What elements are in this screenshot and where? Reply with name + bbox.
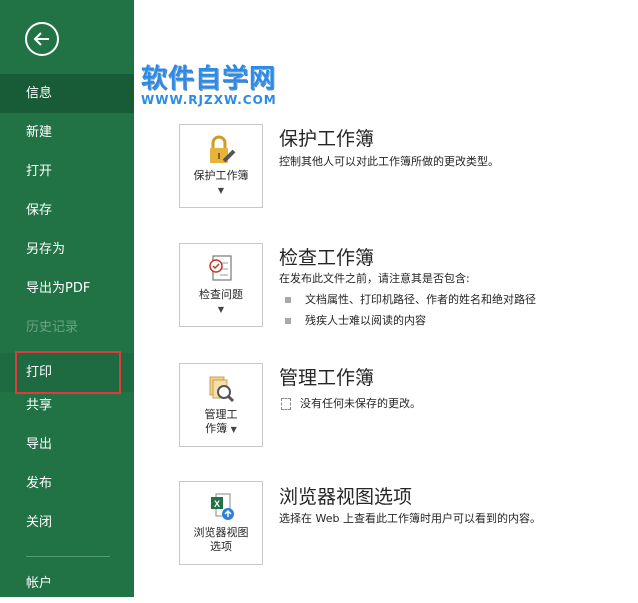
browser-desc: 选择在 Web 上查看此工作簿时用户可以看到的内容。 xyxy=(279,512,541,525)
manage-desc-row: 没有任何未保存的更改。 xyxy=(281,395,421,411)
backstage-sidebar: 信息 新建 打开 保存 另存为 导出为PDF 历史记录 打印 共享 导出 发布 … xyxy=(0,0,134,597)
inspect-desc: 在发布此文件之前，请注意其是否包含: xyxy=(279,272,470,285)
nav-item-save-as[interactable]: 另存为 xyxy=(0,230,134,269)
sidebar-divider xyxy=(26,556,110,557)
dropdown-caret-icon: ▼ xyxy=(217,186,225,195)
document-icon xyxy=(281,398,291,410)
check-issues-label: 检查问题 xyxy=(199,288,243,301)
nav-item-export-pdf[interactable]: 导出为PDF xyxy=(0,269,134,308)
inspect-title: 检查工作簿 xyxy=(279,247,375,269)
arrow-left-icon xyxy=(33,32,49,46)
excel-web-icon: X xyxy=(180,490,262,524)
nav-item-save[interactable]: 保存 xyxy=(0,191,134,230)
nav-item-history: 历史记录 xyxy=(26,320,79,335)
nav-item-publish[interactable]: 发布 xyxy=(0,464,134,503)
nav-item-close[interactable]: 关闭 xyxy=(0,503,134,542)
nav-item-new[interactable]: 新建 xyxy=(0,113,134,152)
protect-desc: 控制其他人可以对此工作簿所做的更改类型。 xyxy=(279,155,499,168)
bullet-square-icon xyxy=(285,297,291,303)
browser-view-options-button[interactable]: X 浏览器视图 选项 xyxy=(179,481,263,565)
dropdown-caret-icon: ▼ xyxy=(217,305,225,314)
nav-item-account[interactable]: 帐户 xyxy=(0,564,134,603)
nav-item-open[interactable]: 打开 xyxy=(0,152,134,191)
browser-title: 浏览器视图选项 xyxy=(279,486,413,508)
manage-workbook-button[interactable]: 管理工 作簿 ▼ xyxy=(179,363,263,447)
highlight-annotation-box xyxy=(15,351,121,394)
protect-workbook-button[interactable]: 保护工作簿 ▼ xyxy=(179,124,263,208)
manage-desc: 没有任何未保存的更改。 xyxy=(300,397,421,410)
inspect-bullet-item: 残疾人士难以阅读的内容 xyxy=(285,312,426,328)
watermark-title: 软件自学网 xyxy=(141,64,277,94)
manage-button-label-2: 作簿 xyxy=(205,422,228,435)
protect-button-label: 保护工作簿 xyxy=(193,169,249,182)
manage-title: 管理工作簿 xyxy=(279,367,375,389)
nav-item-info[interactable]: 信息 xyxy=(0,74,134,113)
manage-versions-icon xyxy=(180,372,262,406)
inspect-document-icon xyxy=(180,252,262,286)
bullet-square-icon xyxy=(285,318,291,324)
check-issues-button[interactable]: 检查问题 ▼ xyxy=(179,243,263,327)
browser-button-label-1: 浏览器视图 xyxy=(193,526,249,539)
manage-button-label-1: 管理工 xyxy=(204,408,238,421)
back-button[interactable] xyxy=(25,22,59,56)
protect-title: 保护工作簿 xyxy=(279,128,375,150)
watermark-logo: 软件自学网 WWW.RJZXW.COM xyxy=(141,64,277,107)
watermark-url: WWW.RJZXW.COM xyxy=(141,93,277,107)
dropdown-caret-icon: ▼ xyxy=(230,425,237,434)
inspect-bullet-item: 文档属性、打印机路径、作者的姓名和绝对路径 xyxy=(285,291,536,307)
browser-button-label-2: 选项 xyxy=(210,540,232,553)
nav-item-export[interactable]: 导出 xyxy=(0,425,134,464)
svg-text:X: X xyxy=(214,499,220,509)
lock-icon xyxy=(180,133,262,167)
